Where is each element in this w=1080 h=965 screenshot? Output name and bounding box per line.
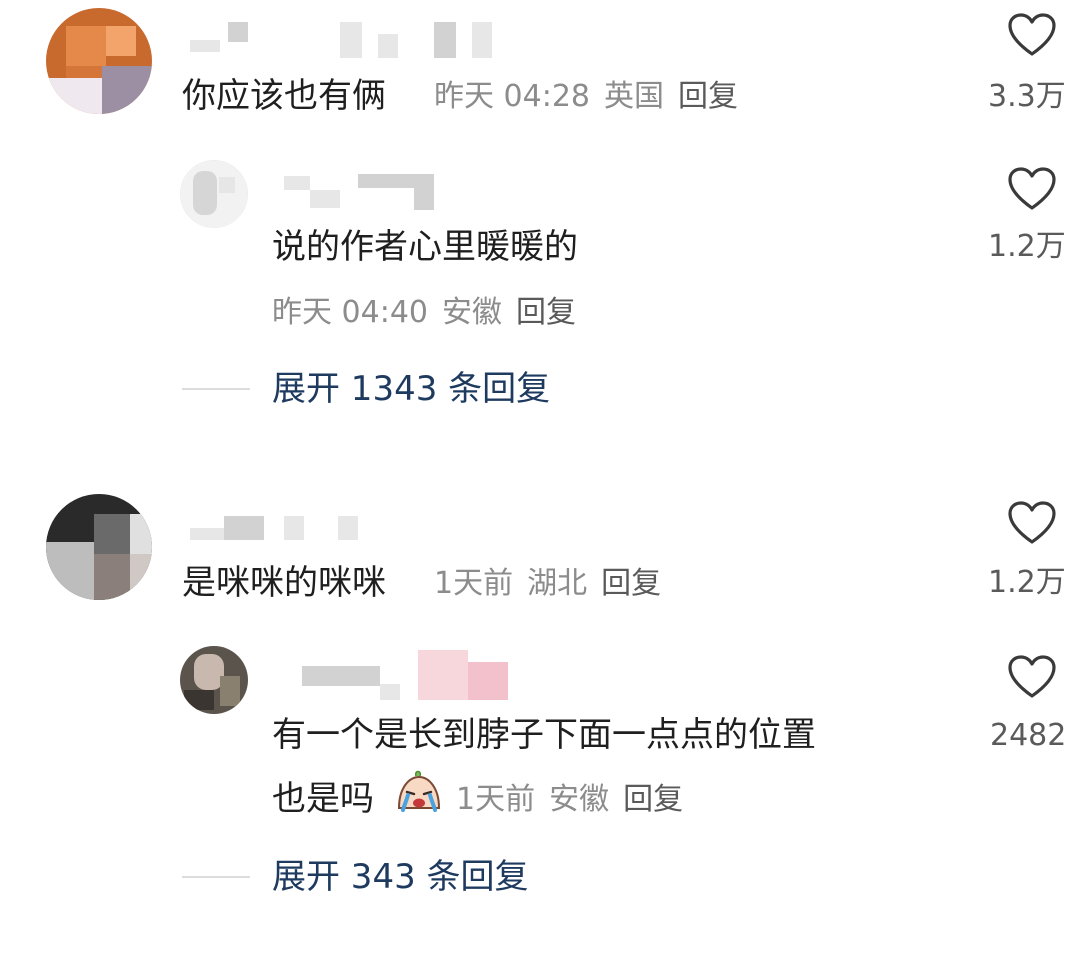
comment-meta: 1天前 湖北 回复 [434,569,661,599]
reply-button[interactable]: 回复 [678,79,738,114]
comment-location: 湖北 [527,566,588,601]
like-count: 3.3万 [988,79,1066,114]
expand-divider [182,876,250,878]
user-avatar[interactable] [46,8,152,114]
reply-meta: 1天前 安徽 回复 [456,785,683,815]
comment-meta: 昨天 04:28 英国 回复 [434,82,738,112]
reply-button[interactable]: 回复 [516,295,576,330]
comment-text: 你应该也有俩 [182,76,386,116]
heart-outline-icon [1008,655,1056,698]
reply-text: 说的作者心里暖暖的 [272,227,578,267]
like-count: 1.2万 [988,565,1066,600]
expand-replies-button[interactable]: 展开 1343 条回复 [272,372,550,406]
reply-text-line1: 有一个是长到脖子下面一点点的位置 [272,715,816,755]
reply-text-line2: 也是吗 [272,779,374,819]
user-avatar[interactable] [180,160,248,228]
reply-button[interactable]: 回复 [623,782,683,817]
like-button[interactable] [982,166,1080,212]
heart-outline-icon [1008,501,1056,544]
heart-outline-icon [1008,167,1056,210]
like-button[interactable] [982,500,1080,546]
reply-time: 昨天 04:40 [272,295,428,330]
comment-location: 英国 [604,79,664,114]
expand-replies-button[interactable]: 展开 343 条回复 [272,860,529,894]
like-button[interactable] [982,12,1080,58]
like-button[interactable] [982,654,1080,700]
user-avatar[interactable] [46,494,152,600]
expand-divider [182,388,250,390]
comment-time: 昨天 04:28 [434,79,590,114]
like-count: 2482 [990,718,1067,753]
like-count: 1.2万 [988,229,1066,264]
reply-time: 1天前 [456,782,536,817]
user-avatar[interactable] [180,646,248,714]
reply-location: 安徽 [549,782,610,817]
heart-outline-icon [1008,13,1056,56]
reply-button[interactable]: 回复 [601,566,661,601]
reply-location: 安徽 [442,295,502,330]
comment-time: 1天前 [434,566,514,601]
crying-face-emoji [397,770,441,812]
comment-text: 是咪咪的咪咪 [182,563,386,603]
reply-meta: 昨天 04:40 安徽 回复 [272,298,576,328]
